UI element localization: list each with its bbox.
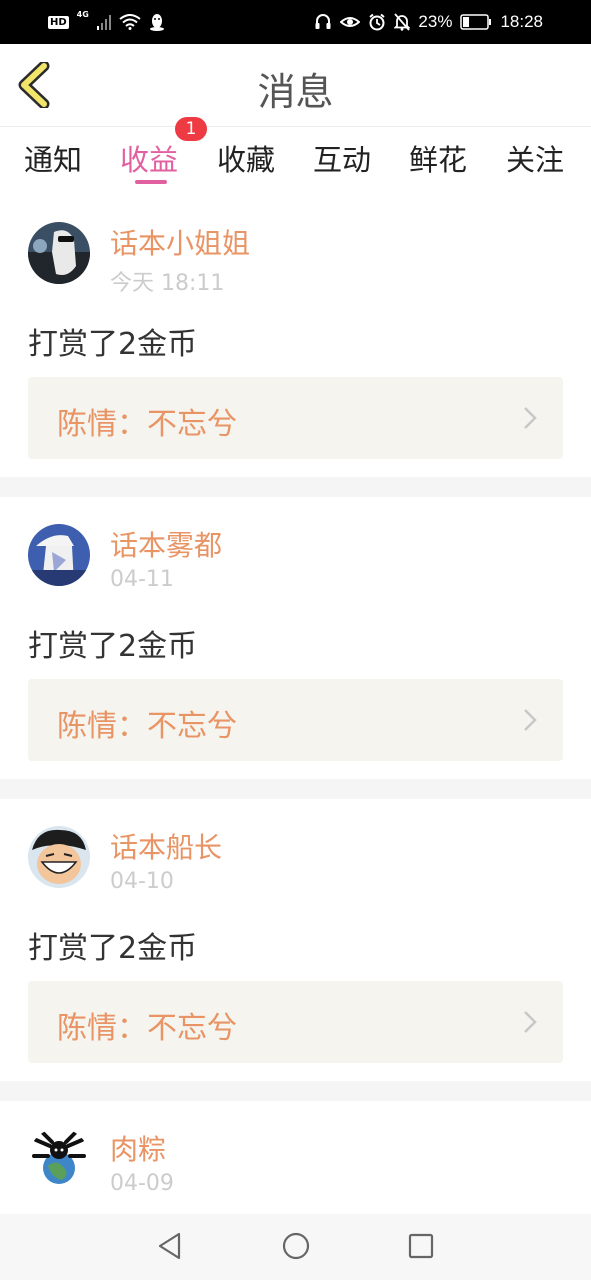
chevron-right-icon [524, 709, 537, 731]
tab-following[interactable]: 关注 [506, 137, 564, 179]
tab-earnings[interactable]: 收益 [120, 137, 178, 179]
timestamp: 04-09 [110, 1171, 174, 1196]
home-circle-icon [282, 1232, 310, 1260]
tab-bar: 通知 收益 收藏 互动 鲜花 关注 [0, 127, 591, 197]
chevron-right-icon [524, 1011, 537, 1033]
username[interactable]: 肉粽 [110, 1128, 166, 1168]
signal-icon [96, 14, 111, 30]
message-card: 话本雾都 04-11 打赏了2金币 陈情：不忘兮 [0, 497, 591, 779]
message-text: 打赏了2金币 [28, 931, 198, 966]
nav-back-button[interactable] [155, 1231, 185, 1261]
divider [0, 1081, 591, 1101]
avatar[interactable] [28, 1128, 90, 1190]
tab-interactions[interactable]: 互动 [313, 137, 371, 179]
divider [0, 779, 591, 799]
divider [0, 477, 591, 497]
qq-icon [149, 13, 165, 31]
work-title: 陈情：不忘兮 [57, 407, 237, 442]
timestamp: 04-11 [110, 567, 174, 592]
unread-badge: 1 [175, 117, 207, 141]
back-triangle-icon [158, 1232, 181, 1260]
work-link[interactable]: 陈情：不忘兮 [28, 679, 563, 761]
username[interactable]: 话本小姐姐 [110, 222, 250, 262]
system-nav-bar [0, 1214, 591, 1280]
wifi-icon [119, 14, 141, 30]
message-card: 肉粽 04-09 [0, 1101, 591, 1214]
timestamp: 今天 18:11 [110, 271, 225, 296]
tab-notifications[interactable]: 通知 [24, 137, 82, 179]
avatar[interactable] [28, 524, 90, 586]
battery-percent: 23% [418, 12, 453, 31]
chevron-right-icon [524, 407, 537, 429]
username[interactable]: 话本船长 [110, 826, 222, 866]
message-card: 话本船长 04-10 打赏了2金币 陈情：不忘兮 [0, 799, 591, 1081]
work-title: 陈情：不忘兮 [57, 1011, 237, 1046]
username[interactable]: 话本雾都 [110, 524, 222, 564]
work-title: 陈情：不忘兮 [57, 709, 237, 744]
tab-favorites[interactable]: 收藏 [217, 137, 275, 179]
recents-square-icon [408, 1233, 434, 1259]
message-text: 打赏了2金币 [28, 327, 198, 362]
battery-icon [460, 14, 492, 30]
message-card: 话本小姐姐 今天 18:11 打赏了2金币 陈情：不忘兮 [0, 197, 591, 477]
nav-home-button[interactable] [281, 1231, 311, 1261]
work-link[interactable]: 陈情：不忘兮 [28, 981, 563, 1063]
nav-recents-button[interactable] [406, 1231, 436, 1261]
alarm-icon [368, 13, 386, 31]
avatar[interactable] [28, 826, 90, 888]
headphones-icon [314, 13, 332, 31]
header-bar: 消息 [0, 44, 591, 127]
message-text: 打赏了2金币 [28, 629, 198, 664]
status-bar: HD 4G 23% 18:28 [0, 0, 591, 44]
network-type: 4G [76, 10, 89, 19]
active-tab-indicator [135, 180, 167, 184]
work-link[interactable]: 陈情：不忘兮 [28, 377, 563, 459]
mute-bell-icon [394, 13, 411, 31]
clock: 18:28 [500, 12, 543, 31]
eye-icon [340, 14, 361, 30]
avatar[interactable] [28, 222, 90, 284]
page-title: 消息 [257, 70, 334, 114]
tab-flowers[interactable]: 鲜花 [409, 137, 467, 179]
hd-badge: HD [48, 15, 69, 29]
timestamp: 04-10 [110, 869, 174, 894]
